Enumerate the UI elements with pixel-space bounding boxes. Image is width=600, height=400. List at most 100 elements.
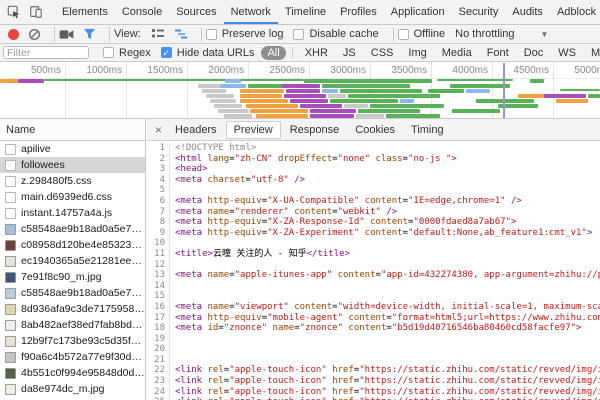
code-token: charset	[202, 175, 245, 185]
request-name: 4b551c0f994e95848d0dda09…	[21, 365, 145, 381]
code-token: <link	[175, 376, 202, 386]
code-token: "utf-8"	[251, 175, 289, 185]
request-row[interactable]: 8ab482aef38ed7fab8bd4314…	[0, 317, 145, 333]
request-row[interactable]: c58548ae9b18ad0a5e79fe4e…	[0, 285, 145, 301]
filter-funnel-icon[interactable]	[83, 28, 96, 40]
request-row[interactable]: apilive	[0, 141, 145, 157]
throttling-select[interactable]: No throttling	[455, 28, 514, 40]
image-thumbnail-icon	[5, 256, 16, 267]
code-line-source: <meta name="viewport" content="width=dev…	[170, 302, 600, 313]
filter-pill-css[interactable]: CSS	[365, 46, 400, 60]
line-number: 12	[147, 260, 170, 271]
waterfall-bar	[356, 114, 384, 118]
preview-code-view[interactable]: 1<!DOCTYPE html>2<html lang="zh-CN" drop…	[147, 141, 600, 400]
request-row[interactable]: 7e91f8c90_m.jpg	[0, 269, 145, 285]
request-row[interactable]: f90a6c4b572a77e9f30de153…	[0, 349, 145, 365]
code-line: 5	[147, 185, 600, 196]
clear-button[interactable]	[28, 28, 41, 41]
capture-screenshots-icon[interactable]	[59, 29, 74, 40]
filter-pill-img[interactable]: Img	[402, 46, 432, 60]
detail-tab-preview[interactable]: Preview	[226, 121, 281, 139]
waterfall-bar	[544, 94, 586, 98]
detail-tab-timing[interactable]: Timing	[404, 122, 451, 138]
line-number: 20	[147, 344, 170, 355]
request-row[interactable]: c58548ae9b18ad0a5e79fe4e…	[0, 221, 145, 237]
line-number: 9	[147, 228, 170, 239]
view-list-icon[interactable]	[151, 28, 165, 40]
regex-label: Regex	[119, 47, 151, 59]
code-line-source	[170, 185, 175, 196]
filter-pill-js[interactable]: JS	[337, 46, 362, 60]
devtools-tab-security[interactable]: Security	[452, 0, 506, 24]
devtools-tab-audits[interactable]: Audits	[505, 0, 550, 24]
waterfall-bar	[18, 79, 44, 83]
show-overview-icon[interactable]	[174, 28, 188, 40]
disable-cache-label: Disable cache	[309, 28, 378, 40]
code-line-source: <meta http-equiv="X-ZA-Experiment" conte…	[170, 228, 592, 239]
preserve-log-checkbox[interactable]	[206, 29, 217, 40]
filter-pill-doc[interactable]: Doc	[518, 46, 550, 60]
code-line: 9<meta http-equiv="X-ZA-Experiment" cont…	[147, 228, 600, 239]
waterfall-bar	[450, 84, 510, 88]
code-token: <meta	[175, 175, 202, 185]
regex-checkbox[interactable]	[103, 47, 114, 58]
request-row[interactable]: main.d6939ed6.css	[0, 189, 145, 205]
devtools-tab-timeline[interactable]: Timeline	[278, 0, 333, 24]
request-row[interactable]: z.298480f5.css	[0, 173, 145, 189]
code-token: />	[506, 196, 522, 206]
hide-data-urls-checkbox[interactable]: ✓	[161, 47, 172, 58]
record-button[interactable]	[8, 29, 19, 40]
code-line: 11<title>云曈 关注的人 - 知乎</title>	[147, 249, 600, 260]
request-row[interactable]: 12b9f7c173be93c5d35fea2d…	[0, 333, 145, 349]
ruler-tick-label: 3000ms	[306, 65, 366, 76]
request-name: c58548ae9b18ad0a5e79fe4e…	[21, 221, 145, 237]
filter-pill-ws[interactable]: WS	[552, 46, 582, 60]
disable-cache-checkbox[interactable]	[293, 29, 304, 40]
code-line: 23<link rel="apple-touch-icon" href="htt…	[147, 376, 600, 387]
request-row[interactable]: 8d936afa9c3de7175958fae5…	[0, 301, 145, 317]
requests-name-header[interactable]: Name	[0, 119, 145, 141]
code-line: 7<meta name="renderer" content="webkit" …	[147, 207, 600, 218]
inspect-element-icon[interactable]	[7, 5, 21, 19]
timeline-overview[interactable]: 500ms1000ms1500ms2000ms2500ms3000ms3500m…	[0, 62, 600, 119]
devtools-tab-network[interactable]: Network	[224, 0, 278, 24]
devtools-tab-sources[interactable]: Sources	[169, 0, 223, 24]
filter-pill-manifest[interactable]: Manifest	[585, 46, 600, 60]
code-token: "webkit"	[338, 207, 381, 217]
detail-tab-cookies[interactable]: Cookies	[348, 122, 402, 138]
devtools-tab-console[interactable]: Console	[115, 0, 169, 24]
resource-type-pills: AllXHRJSCSSImgMediaFontDocWSManifestOthe…	[261, 46, 600, 60]
offline-checkbox[interactable]	[398, 29, 409, 40]
code-token: >	[451, 154, 456, 164]
filter-pill-font[interactable]: Font	[481, 46, 515, 60]
detail-tab-response[interactable]: Response	[283, 122, 347, 138]
devtools-tab-adblock-plus[interactable]: Adblock Plus	[550, 0, 600, 24]
code-token: "b5d19d40716546ba80460cd58facfe97"	[392, 323, 576, 333]
devtools-tab-elements[interactable]: Elements	[55, 0, 115, 24]
close-icon[interactable]: ×	[153, 123, 168, 137]
code-token: dropEffect	[273, 154, 333, 164]
request-name: ec1940365a5e21281ee71856…	[21, 253, 145, 269]
request-name: 7e91f8c90_m.jpg	[21, 269, 102, 285]
divider	[54, 27, 55, 42]
waterfall-bar	[256, 114, 308, 118]
throttling-caret-icon[interactable]: ▼	[540, 30, 548, 39]
request-row[interactable]: 4b551c0f994e95848d0dda09…	[0, 365, 145, 381]
request-row[interactable]: instant.14757a4a.js	[0, 205, 145, 221]
devtools-tab-profiles[interactable]: Profiles	[333, 0, 384, 24]
request-row[interactable]: followees	[0, 157, 145, 173]
filter-input[interactable]	[3, 46, 89, 59]
filter-pill-xhr[interactable]: XHR	[299, 46, 334, 60]
request-row[interactable]: da8e974dc_m.jpg	[0, 381, 145, 397]
waterfall-bar	[206, 94, 234, 98]
filter-pill-all[interactable]: All	[261, 46, 285, 60]
image-thumbnail-icon	[5, 272, 16, 283]
filter-pill-media[interactable]: Media	[436, 46, 478, 60]
detail-tab-headers[interactable]: Headers	[168, 122, 224, 138]
load-event-line	[503, 63, 505, 118]
request-row[interactable]: c08958d120be4e853230649…	[0, 237, 145, 253]
devtools-tab-application[interactable]: Application	[384, 0, 452, 24]
device-toolbar-icon[interactable]	[29, 5, 43, 19]
request-row[interactable]: ec1940365a5e21281ee71856…	[0, 253, 145, 269]
request-name: c08958d120be4e853230649…	[21, 237, 145, 253]
